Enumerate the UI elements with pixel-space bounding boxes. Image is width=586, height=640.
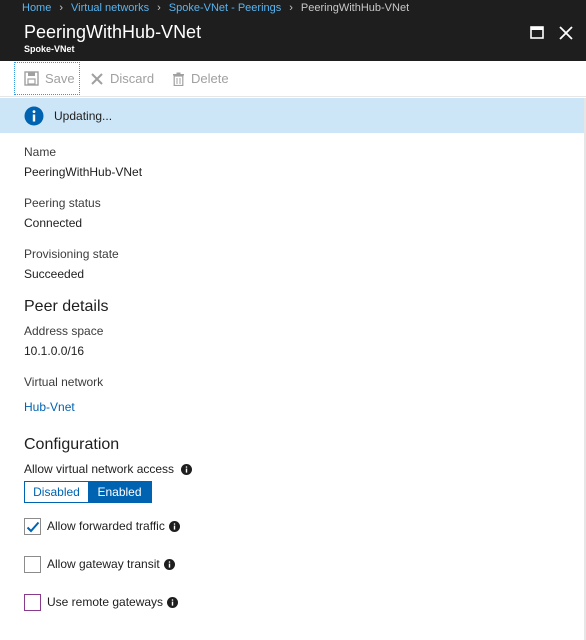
trash-icon bbox=[173, 72, 184, 86]
breadcrumb-home[interactable]: Home bbox=[22, 2, 51, 14]
gateway-transit-checkbox-row[interactable]: Allow gateway transit bbox=[24, 555, 175, 573]
close-button[interactable] bbox=[556, 23, 576, 43]
save-icon bbox=[24, 71, 39, 86]
page-title: PeeringWithHub-VNet bbox=[24, 22, 202, 42]
info-icon bbox=[24, 106, 44, 125]
virtual-network-label: Virtual network bbox=[24, 375, 104, 389]
status-banner: Updating... bbox=[0, 98, 586, 133]
gateway-transit-checkbox[interactable] bbox=[24, 555, 41, 573]
info-icon[interactable] bbox=[168, 520, 180, 532]
discard-button[interactable]: Discard bbox=[90, 62, 154, 95]
delete-label: Delete bbox=[191, 71, 229, 86]
peering-status-value: Connected bbox=[24, 216, 83, 230]
info-icon[interactable] bbox=[163, 558, 175, 570]
forwarded-traffic-checkbox-row[interactable]: Allow forwarded traffic bbox=[24, 517, 180, 535]
breadcrumb-current: PeeringWithHub-VNet bbox=[300, 2, 410, 14]
maximize-button[interactable] bbox=[527, 23, 547, 43]
page-subtitle: Spoke-VNet bbox=[24, 44, 75, 54]
chevron-right-icon: › bbox=[157, 2, 161, 14]
address-space-label: Address space bbox=[24, 324, 104, 338]
provisioning-state-label: Provisioning state bbox=[24, 247, 119, 261]
checkmark-icon bbox=[26, 521, 40, 532]
banner-message: Updating... bbox=[54, 108, 113, 123]
virtual-network-link[interactable]: Hub-Vnet bbox=[24, 400, 75, 414]
breadcrumb-spoke-peerings[interactable]: Spoke-VNet - Peerings bbox=[169, 2, 282, 14]
toggle-enabled-option[interactable]: Enabled bbox=[88, 482, 151, 502]
remote-gateways-label: Use remote gateways bbox=[47, 595, 164, 609]
info-icon[interactable] bbox=[181, 464, 193, 476]
breadcrumb-virtual-networks[interactable]: Virtual networks bbox=[71, 2, 149, 14]
save-button[interactable]: Save bbox=[14, 62, 80, 95]
gateway-transit-label: Allow gateway transit bbox=[47, 557, 160, 571]
discard-label: Discard bbox=[110, 71, 155, 86]
peer-details-heading: Peer details bbox=[24, 298, 109, 315]
breadcrumb: Home › Virtual networks › Spoke-VNet - Peeri… bbox=[0, 0, 586, 17]
remote-gateways-checkbox-row[interactable]: Use remote gateways bbox=[24, 593, 179, 611]
command-bar: Save Discard Delete bbox=[0, 61, 586, 97]
toggle-disabled-option[interactable]: Disabled bbox=[25, 482, 88, 502]
network-access-label-row: Allow virtual network access bbox=[24, 462, 193, 476]
save-label: Save bbox=[45, 71, 75, 86]
close-icon bbox=[559, 26, 573, 40]
configuration-heading: Configuration bbox=[24, 436, 120, 453]
provisioning-state-value: Succeeded bbox=[24, 267, 85, 281]
forwarded-traffic-label: Allow forwarded traffic bbox=[47, 519, 165, 533]
forwarded-traffic-checkbox[interactable] bbox=[24, 517, 41, 535]
name-label: Name bbox=[24, 145, 57, 159]
remote-gateways-checkbox[interactable] bbox=[24, 593, 41, 611]
info-icon[interactable] bbox=[167, 596, 179, 608]
network-access-label: Allow virtual network access bbox=[24, 462, 175, 476]
chevron-right-icon: › bbox=[59, 2, 64, 14]
chevron-right-icon: › bbox=[289, 2, 293, 14]
delete-button[interactable]: Delete bbox=[172, 62, 229, 95]
maximize-icon bbox=[530, 26, 544, 39]
network-access-toggle: Disabled Enabled bbox=[24, 481, 152, 503]
name-value: PeeringWithHub-VNet bbox=[24, 165, 143, 179]
discard-icon bbox=[91, 72, 103, 85]
address-space-value: 10.1.0.0/16 bbox=[24, 344, 85, 358]
peering-status-label: Peering status bbox=[24, 196, 101, 210]
blade-header: PeeringWithHub-VNet Spoke-VNet bbox=[0, 17, 586, 61]
